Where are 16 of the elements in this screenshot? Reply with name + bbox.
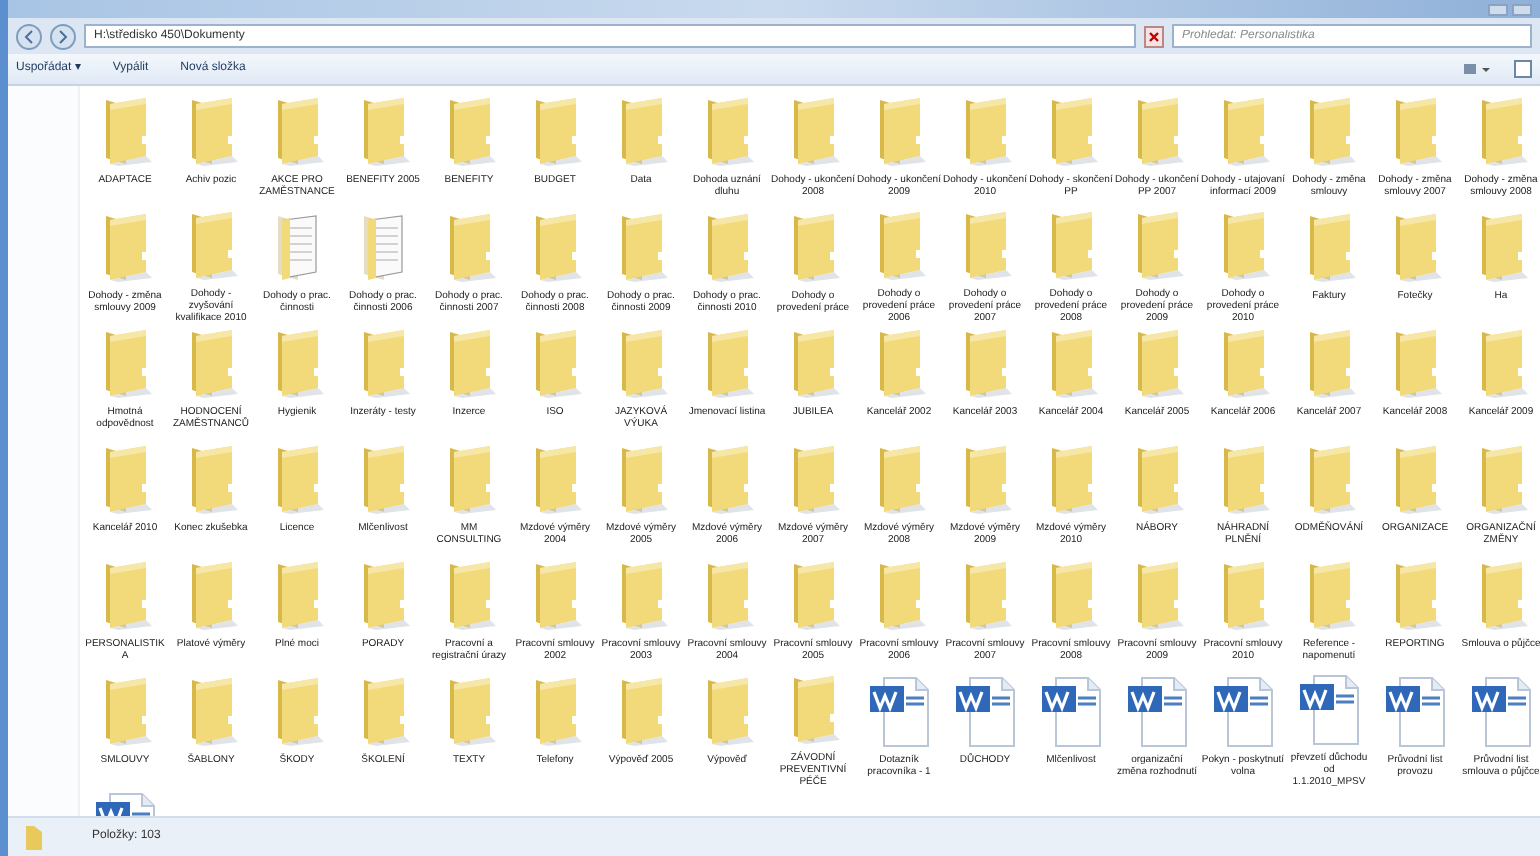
view-options-icon[interactable] bbox=[1462, 61, 1490, 77]
preview-pane-icon[interactable] bbox=[1514, 60, 1532, 78]
word-document-icon bbox=[1039, 676, 1103, 748]
word-document-icon bbox=[1211, 676, 1275, 748]
word-document-icon bbox=[1469, 676, 1533, 748]
forward-button[interactable] bbox=[50, 23, 76, 49]
word-document-icon bbox=[1297, 674, 1361, 746]
folder-icon bbox=[24, 823, 44, 851]
close-icon[interactable] bbox=[1144, 25, 1164, 47]
maximize-button[interactable] bbox=[1512, 3, 1532, 15]
word-document-icon bbox=[867, 676, 931, 748]
word-document-icon bbox=[953, 676, 1017, 748]
back-button[interactable] bbox=[16, 23, 42, 49]
word-document-icon bbox=[1125, 676, 1189, 748]
minimize-button[interactable] bbox=[1488, 3, 1508, 15]
word-document-icon bbox=[1383, 676, 1447, 748]
